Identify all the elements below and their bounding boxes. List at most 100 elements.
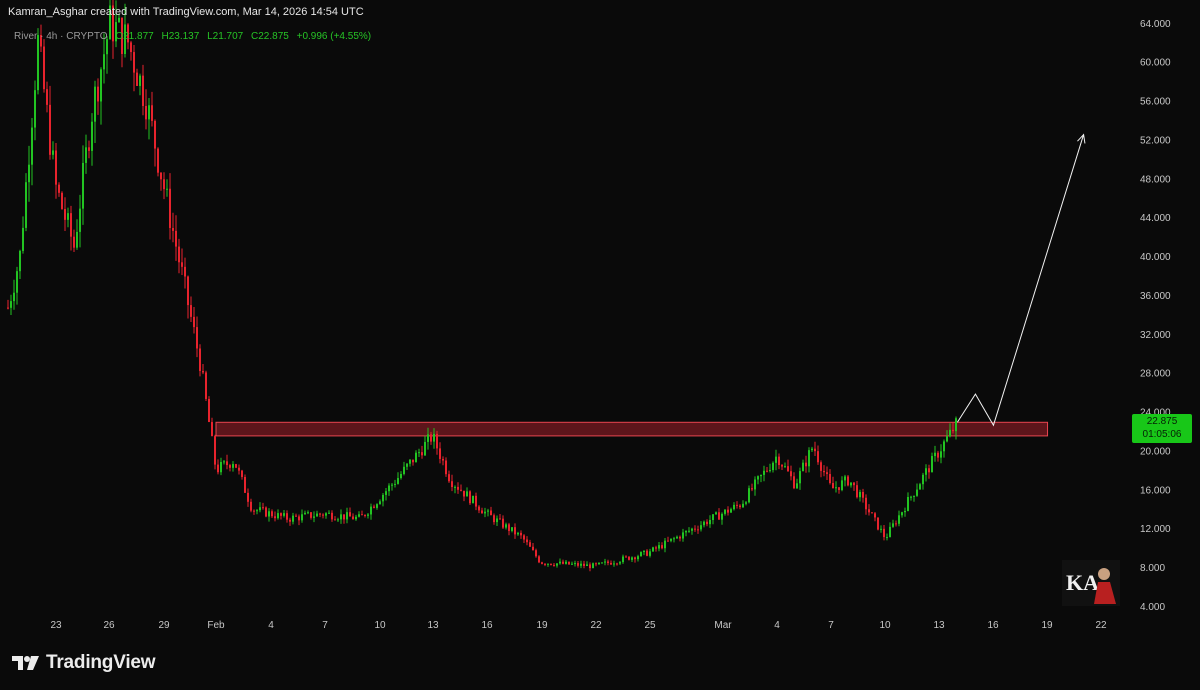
candle-down	[478, 506, 480, 511]
candle-up	[400, 473, 402, 479]
close-value: C22.875	[251, 31, 289, 42]
candle-up	[28, 164, 30, 183]
candle-up	[232, 464, 234, 468]
tradingview-logo-icon	[12, 656, 39, 670]
candle-down	[790, 471, 792, 477]
y-tick-label: 32.000	[1140, 330, 1171, 341]
y-tick-label: 16.000	[1140, 485, 1171, 496]
badge-initials: KA	[1066, 570, 1099, 595]
candle-up	[316, 513, 318, 517]
candle-up	[859, 491, 861, 498]
candle-up	[466, 491, 468, 497]
candle-up	[424, 441, 426, 456]
candle-down	[361, 514, 363, 516]
candle-down	[172, 227, 174, 231]
candle-up	[118, 17, 120, 23]
candle-up	[613, 563, 615, 565]
candlestick-chart[interactable]: 4.0008.00012.00016.00020.00024.00028.000…	[0, 0, 1200, 690]
candle-down	[526, 539, 528, 543]
candle-down	[751, 488, 753, 490]
candle-down	[778, 456, 780, 466]
candle-down	[331, 512, 333, 520]
candle-down	[160, 172, 162, 180]
candle-up	[640, 552, 642, 557]
candle-up	[370, 506, 372, 515]
candle-up	[574, 563, 576, 565]
candle-up	[652, 547, 654, 552]
candle-up	[802, 462, 804, 472]
candle-up	[10, 301, 12, 308]
candle-down	[352, 516, 354, 520]
candle-up	[955, 418, 957, 432]
candle-up	[931, 456, 933, 473]
x-tick-label: 26	[103, 620, 115, 631]
candle-down	[490, 510, 492, 516]
x-tick-label: Feb	[207, 620, 225, 631]
candle-down	[823, 470, 825, 473]
y-tick-label: 36.000	[1140, 291, 1171, 302]
candle-up	[472, 495, 474, 504]
x-tick-label: 19	[536, 620, 548, 631]
symbol-label[interactable]: River · 4h · CRYPTO	[14, 31, 108, 42]
candle-up	[571, 563, 573, 565]
candle-up	[808, 450, 810, 467]
candle-up	[94, 86, 96, 122]
candle-down	[442, 458, 444, 461]
y-tick-label: 60.000	[1140, 58, 1171, 69]
candle-down	[430, 434, 432, 442]
candle-down	[463, 490, 465, 497]
candle-down	[661, 545, 663, 549]
candle-up	[454, 486, 456, 488]
candle-up	[103, 54, 105, 70]
candle-up	[484, 511, 486, 514]
candle-up	[82, 162, 84, 209]
candle-down	[928, 468, 930, 473]
y-tick-label: 44.000	[1140, 213, 1171, 224]
candle-up	[34, 90, 36, 128]
candle-up	[676, 536, 678, 539]
y-tick-label: 40.000	[1140, 252, 1171, 263]
candle-up	[943, 441, 945, 452]
candle-down	[739, 505, 741, 508]
candle-down	[265, 507, 267, 517]
candle-up	[841, 480, 843, 491]
candle-up	[487, 510, 489, 512]
attribution-text: Kamran_Asghar created with TradingView.c…	[8, 6, 364, 18]
candle-up	[592, 563, 594, 569]
candle-down	[262, 507, 264, 509]
candle-up	[547, 563, 549, 565]
candle-up	[742, 503, 744, 508]
candle-down	[679, 536, 681, 539]
candle-down	[448, 474, 450, 482]
candle-down	[241, 470, 243, 477]
candle-up	[901, 512, 903, 516]
candle-up	[598, 562, 600, 565]
candle-down	[181, 262, 183, 267]
candle-up	[796, 483, 798, 489]
tradingview-logo[interactable]: TradingView	[12, 652, 156, 674]
candle-up	[784, 466, 786, 468]
ohlc-legend: River · 4h · CRYPTO O21.877 H23.137 L21.…	[14, 31, 376, 42]
candle-down	[706, 521, 708, 525]
candle-down	[538, 556, 540, 563]
candle-down	[364, 514, 366, 516]
candle-up	[643, 550, 645, 553]
candle-down	[781, 465, 783, 467]
candle-up	[712, 514, 714, 520]
candle-down	[826, 472, 828, 475]
candle-up	[313, 516, 315, 518]
resistance-zone[interactable]	[215, 421, 1049, 437]
x-tick-label: 22	[590, 620, 602, 631]
candle-down	[130, 42, 132, 53]
candle-down	[865, 497, 867, 510]
y-tick-label: 52.000	[1140, 135, 1171, 146]
candle-down	[163, 179, 165, 190]
tradingview-wordmark: TradingView	[46, 652, 156, 673]
candle-down	[655, 547, 657, 549]
candle-up	[619, 562, 621, 564]
candle-down	[214, 436, 216, 465]
candle-up	[85, 147, 87, 163]
candle-up	[913, 495, 915, 497]
candle-up	[925, 468, 927, 475]
candle-up	[340, 514, 342, 520]
